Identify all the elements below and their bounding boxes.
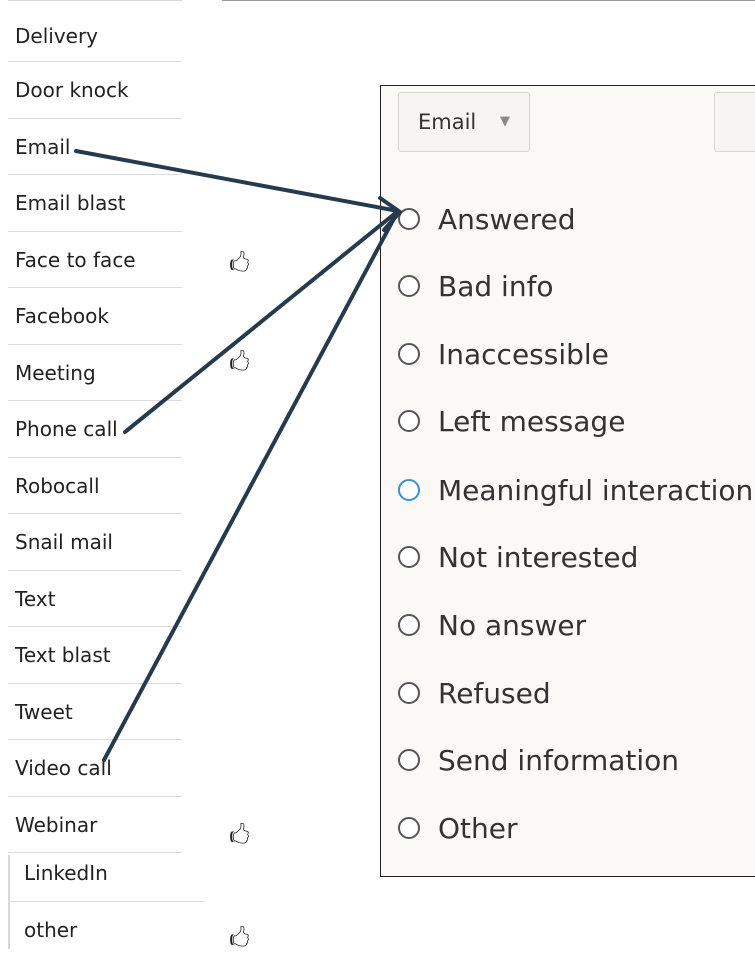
thumbs-up-icon: 🖒	[229, 252, 251, 277]
result-option[interactable]: Left message	[398, 401, 625, 441]
result-option-label: No answer	[438, 608, 587, 642]
result-option-label: Left message	[438, 404, 626, 438]
contact-type-item[interactable]: Meeting	[8, 345, 182, 401]
contact-type-item[interactable]: Tweet	[8, 684, 182, 740]
page-top-rule	[222, 0, 755, 1]
radio-button[interactable]	[398, 682, 420, 704]
result-panel: Email ▼ Answered Bad info Inaccessible L…	[380, 85, 755, 877]
contact-type-item[interactable]: Facebook	[8, 288, 182, 345]
radio-button[interactable]	[398, 275, 420, 297]
contact-type-item[interactable]: Face to face	[8, 232, 182, 288]
result-option[interactable]: Inaccessible	[398, 334, 609, 374]
contact-type-item[interactable]: Text blast	[8, 627, 182, 684]
thumbs-up-icon: 🖒	[229, 824, 251, 849]
radio-button[interactable]	[398, 410, 420, 432]
contact-type-item[interactable]: Webinar	[8, 797, 182, 853]
contact-type-item[interactable]: Text	[8, 571, 182, 627]
extra-contact-type-item[interactable]: LinkedIn	[10, 855, 204, 902]
contact-type-list: Delivery Door knock Email Email blast Fa…	[8, 8, 182, 853]
radio-button[interactable]	[398, 343, 420, 365]
radio-button[interactable]	[398, 208, 420, 230]
extra-contact-type-list: LinkedIn other	[8, 855, 204, 949]
result-option[interactable]: Answered	[398, 199, 576, 239]
radio-button[interactable]	[398, 749, 420, 771]
radio-button[interactable]	[398, 614, 420, 636]
result-option-label: Other	[438, 811, 518, 845]
contact-type-item[interactable]: Email	[8, 119, 182, 175]
result-option-label: Send information	[438, 743, 680, 777]
contact-type-item[interactable]: Email blast	[8, 175, 182, 232]
result-option[interactable]: Bad info	[398, 266, 554, 306]
contact-type-item[interactable]: Phone call	[8, 401, 182, 458]
thumbs-up-icon: 🖒	[229, 927, 251, 952]
contact-type-item[interactable]: Door knock	[8, 62, 182, 119]
second-dropdown[interactable]	[714, 92, 755, 152]
result-option-label: Answered	[438, 202, 576, 236]
contact-type-item[interactable]: Robocall	[8, 458, 182, 514]
result-option-label: Inaccessible	[438, 337, 609, 371]
radio-button[interactable]	[398, 546, 420, 568]
result-option[interactable]: Not interested	[398, 537, 638, 577]
result-option[interactable]: Other	[398, 808, 518, 848]
contact-type-dropdown[interactable]: Email ▼	[398, 92, 530, 152]
result-option-label: Refused	[438, 676, 551, 710]
result-option-label: Bad info	[438, 269, 554, 303]
result-option[interactable]: Meaningful interaction	[398, 470, 753, 510]
result-option[interactable]: No answer	[398, 605, 586, 645]
result-option[interactable]: Refused	[398, 673, 551, 713]
result-option[interactable]: Send information	[398, 740, 679, 780]
result-option-label: Not interested	[438, 540, 639, 574]
contact-type-item[interactable]: Delivery	[8, 8, 182, 62]
radio-button[interactable]	[398, 817, 420, 839]
contact-type-item[interactable]: Snail mail	[8, 514, 182, 571]
list-top-rule	[8, 0, 182, 1]
caret-down-icon: ▼	[500, 114, 510, 129]
result-option-label: Meaningful interaction	[438, 473, 754, 507]
radio-button[interactable]	[398, 479, 420, 501]
thumbs-up-icon: 🖒	[229, 351, 251, 376]
contact-type-item[interactable]: Video call	[8, 740, 182, 797]
dropdown-value: Email	[418, 110, 477, 134]
extra-contact-type-item[interactable]: other	[10, 902, 204, 949]
